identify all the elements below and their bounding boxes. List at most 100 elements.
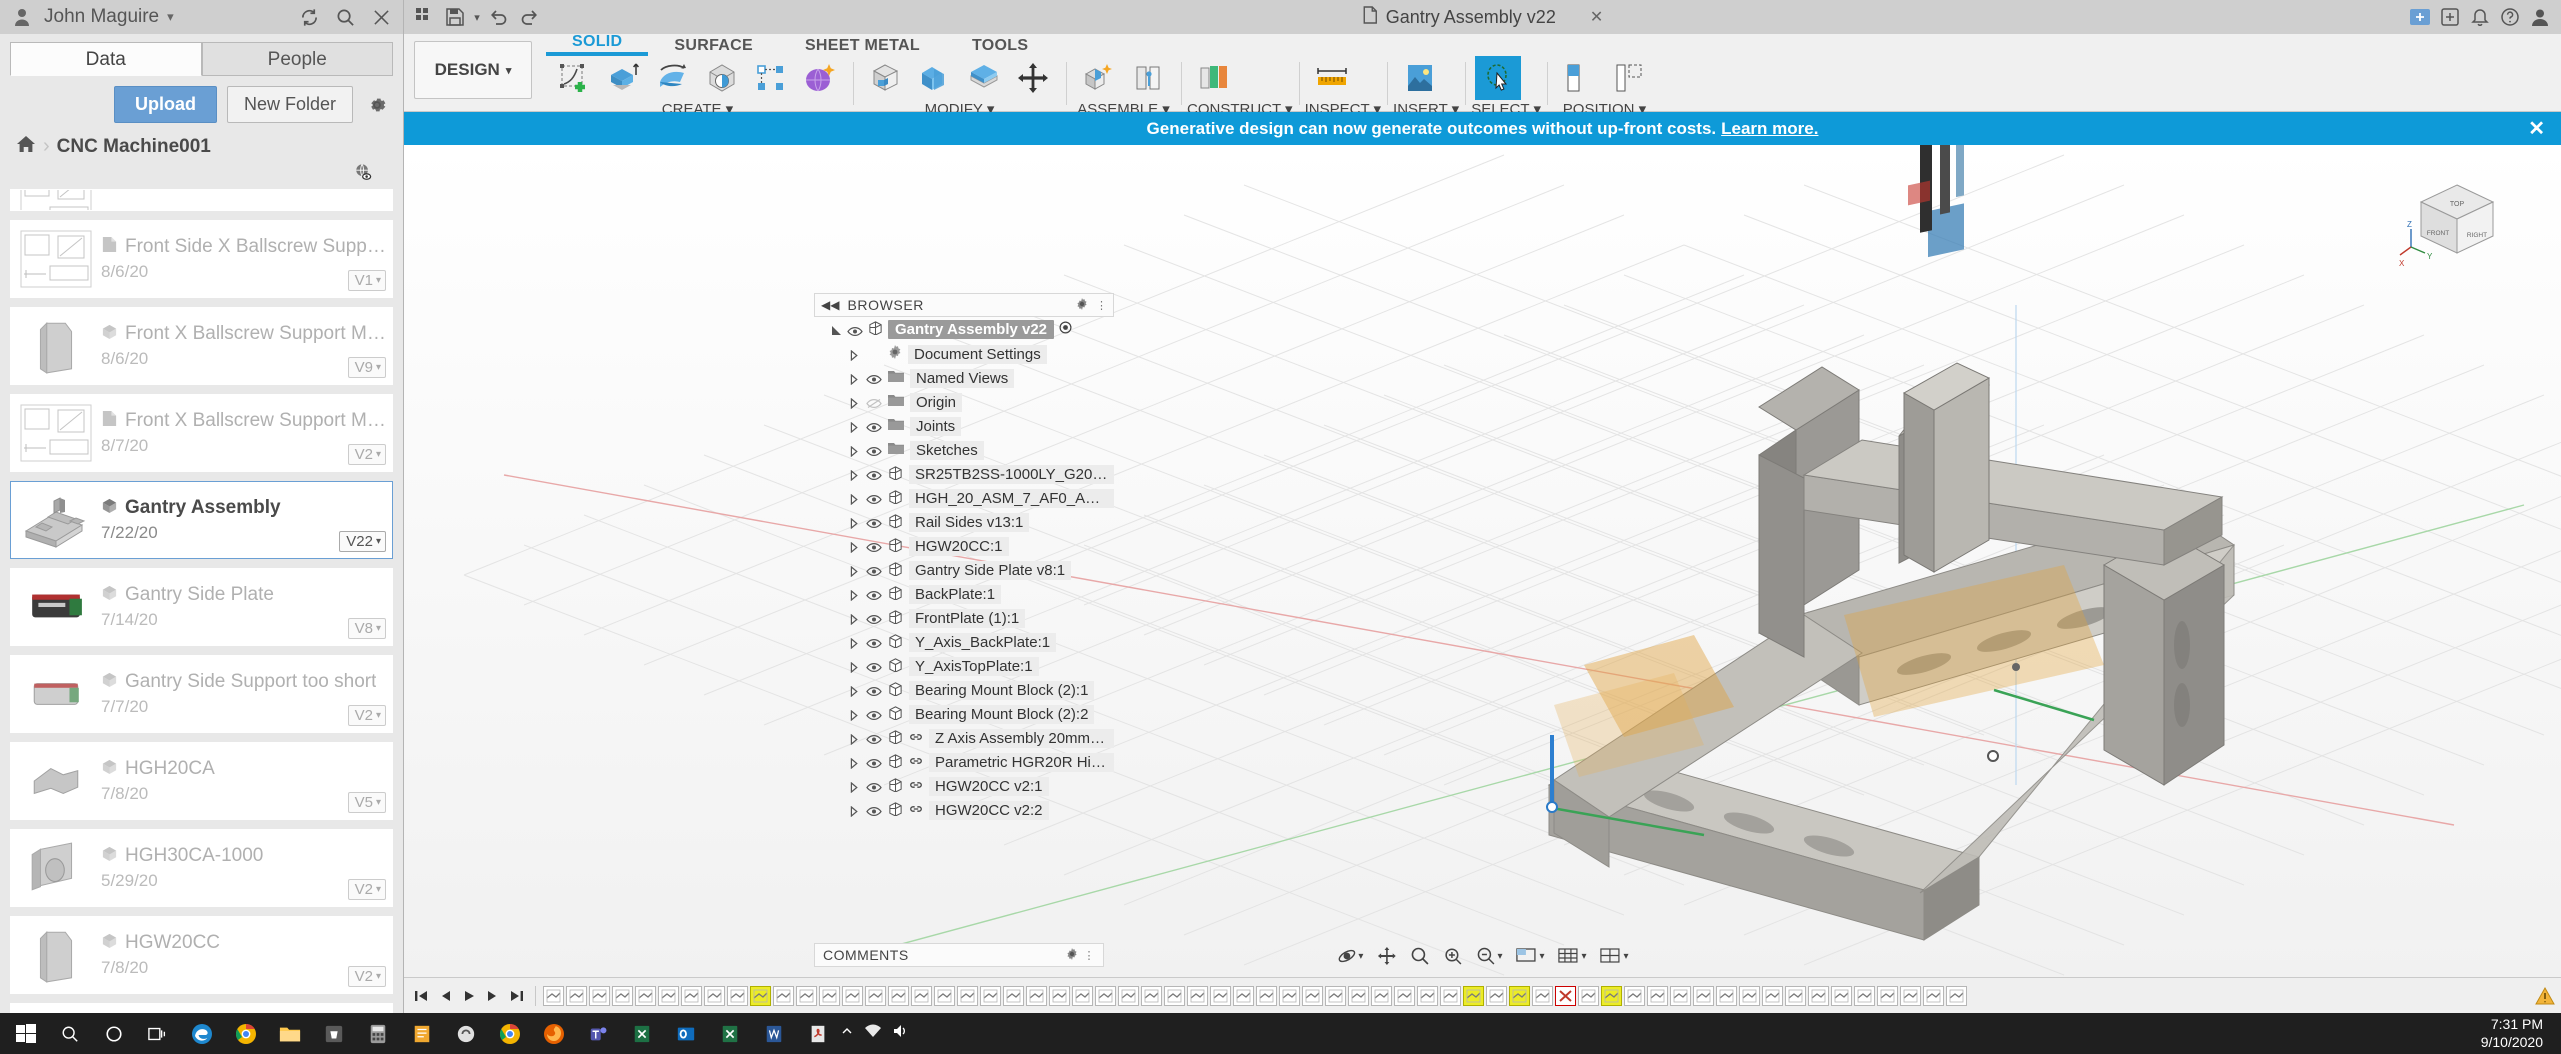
offset-plane-icon[interactable] — [1191, 56, 1237, 100]
store-icon[interactable] — [312, 1013, 356, 1054]
align-position-icon[interactable] — [1606, 56, 1652, 100]
tree-item[interactable]: Y_Axis_BackPlate:1 — [814, 630, 1114, 654]
gear-icon[interactable] — [1066, 947, 1078, 963]
step-back-icon[interactable] — [434, 985, 456, 1007]
comments-panel[interactable]: COMMENTS ⋮ — [814, 943, 1104, 967]
eye-icon[interactable] — [866, 396, 882, 409]
timeline-feature[interactable] — [1716, 985, 1737, 1006]
timeline-feature[interactable] — [1302, 985, 1323, 1006]
help-icon[interactable] — [2495, 4, 2525, 30]
expand-triangle-icon[interactable] — [850, 708, 860, 722]
select-icon[interactable] — [1475, 56, 1522, 100]
app-icon[interactable] — [444, 1013, 488, 1054]
upload-button[interactable]: Upload — [113, 86, 217, 123]
undo-icon[interactable] — [484, 4, 514, 30]
version-badge[interactable]: V1 ▾ — [347, 270, 386, 291]
expand-triangle-icon[interactable] — [850, 732, 860, 746]
eye-icon[interactable] — [866, 588, 882, 601]
revolve-icon[interactable] — [650, 56, 696, 100]
notepad-icon[interactable] — [400, 1013, 444, 1054]
gear-icon[interactable] — [1076, 297, 1088, 314]
list-item[interactable]: HGH20CA 7/8/20 V5 ▾ — [10, 742, 393, 820]
explorer-icon[interactable] — [268, 1013, 312, 1054]
eye-icon[interactable] — [866, 612, 882, 625]
close-icon[interactable] — [367, 3, 395, 31]
eye-icon[interactable] — [866, 708, 882, 721]
radio-icon[interactable] — [1059, 321, 1072, 338]
eye-icon[interactable] — [866, 732, 882, 745]
tree-item[interactable]: SR25TB2SS-1000LY_G20_0_B-M... — [814, 462, 1114, 486]
timeline-features[interactable] — [543, 985, 2533, 1006]
eye-icon[interactable] — [866, 564, 882, 577]
orbit-icon[interactable]: ▾ — [1331, 943, 1368, 969]
workspace-switcher-button[interactable]: DESIGN ▾ — [414, 41, 532, 99]
eye-icon[interactable] — [866, 660, 882, 673]
insert-canvas-icon[interactable] — [1397, 56, 1443, 100]
expand-triangle-icon[interactable] — [850, 492, 860, 506]
eye-icon[interactable] — [866, 636, 882, 649]
new-folder-button[interactable]: New Folder — [226, 86, 353, 123]
tab-people[interactable]: People — [201, 42, 393, 76]
tree-item[interactable]: Joints — [814, 414, 1114, 438]
eye-icon[interactable] — [866, 516, 882, 529]
list-item[interactable] — [10, 189, 393, 211]
timeline-warning[interactable] — [2535, 986, 2555, 1005]
expand-triangle-icon[interactable] — [850, 780, 860, 794]
breadcrumb-current[interactable]: CNC Machine001 — [57, 136, 211, 158]
timeline-feature[interactable] — [1601, 985, 1622, 1006]
timeline-feature[interactable] — [1670, 985, 1691, 1006]
firefox-icon[interactable] — [532, 1013, 576, 1054]
version-badge[interactable]: V9 ▾ — [347, 357, 386, 378]
eye-icon[interactable] — [866, 372, 882, 385]
timeline-feature[interactable] — [1808, 985, 1829, 1006]
calculator-icon[interactable] — [356, 1013, 400, 1054]
timeline-feature[interactable] — [1739, 985, 1760, 1006]
tree-root[interactable]: Gantry Assembly v22 — [814, 317, 1114, 342]
tree-item[interactable]: Document Settings — [814, 342, 1114, 366]
timeline-feature[interactable] — [1325, 985, 1346, 1006]
expand-triangle-icon[interactable] — [850, 468, 860, 482]
timeline-feature[interactable] — [635, 985, 656, 1006]
view-cube[interactable]: TOP FRONT RIGHT Z X Y — [2397, 167, 2517, 277]
expand-triangle-icon[interactable] — [850, 420, 860, 434]
timeline-feature[interactable] — [1440, 985, 1461, 1006]
banner-learn-more-link[interactable]: Learn more. — [1721, 119, 1818, 139]
timeline-feature[interactable] — [1394, 985, 1415, 1006]
expand-triangle-icon[interactable] — [850, 804, 860, 818]
timeline-feature[interactable] — [543, 985, 564, 1006]
measure-icon[interactable] — [1309, 56, 1355, 100]
search-icon[interactable] — [48, 1013, 92, 1054]
timeline-feature[interactable] — [842, 985, 863, 1006]
tree-item[interactable]: FrontPlate (1):1 — [814, 606, 1114, 630]
skip-end-icon[interactable] — [506, 985, 528, 1007]
tab-surface[interactable]: SURFACE — [648, 37, 779, 56]
display-settings-icon[interactable]: ▾ — [1510, 944, 1549, 968]
expand-triangle-icon[interactable] — [850, 612, 860, 626]
eye-icon[interactable] — [866, 780, 882, 793]
expand-triangle-icon[interactable] — [850, 660, 860, 674]
timeline-feature[interactable] — [1003, 985, 1024, 1006]
eye-icon[interactable] — [866, 540, 882, 553]
zoom-window-icon[interactable]: ▾ — [1470, 943, 1507, 969]
resize-icon[interactable]: ⋮ — [1096, 299, 1107, 312]
zoom-icon[interactable] — [1404, 943, 1434, 969]
timeline-feature[interactable] — [1141, 985, 1162, 1006]
tree-item[interactable]: BackPlate:1 — [814, 582, 1114, 606]
timeline-feature[interactable] — [1026, 985, 1047, 1006]
tree-item[interactable]: HGW20CC v2:2 — [814, 798, 1114, 822]
expand-triangle-icon[interactable] — [850, 636, 860, 650]
timeline-feature[interactable] — [1118, 985, 1139, 1006]
form-icon[interactable] — [797, 56, 843, 100]
word-icon[interactable] — [752, 1013, 796, 1054]
timeline-feature[interactable] — [957, 985, 978, 1006]
eye-icon[interactable] — [866, 420, 882, 433]
tree-item[interactable]: Z Axis Assembly 20mm Rails :... — [814, 726, 1114, 750]
timeline-feature[interactable] — [704, 985, 725, 1006]
timeline-feature[interactable] — [1900, 985, 1921, 1006]
excel-icon[interactable] — [620, 1013, 664, 1054]
expand-triangle-icon[interactable] — [850, 564, 860, 578]
timeline-feature[interactable] — [773, 985, 794, 1006]
timeline-feature[interactable] — [934, 985, 955, 1006]
viewports-icon[interactable]: ▾ — [1595, 944, 1634, 968]
shell-icon[interactable] — [961, 56, 1007, 100]
